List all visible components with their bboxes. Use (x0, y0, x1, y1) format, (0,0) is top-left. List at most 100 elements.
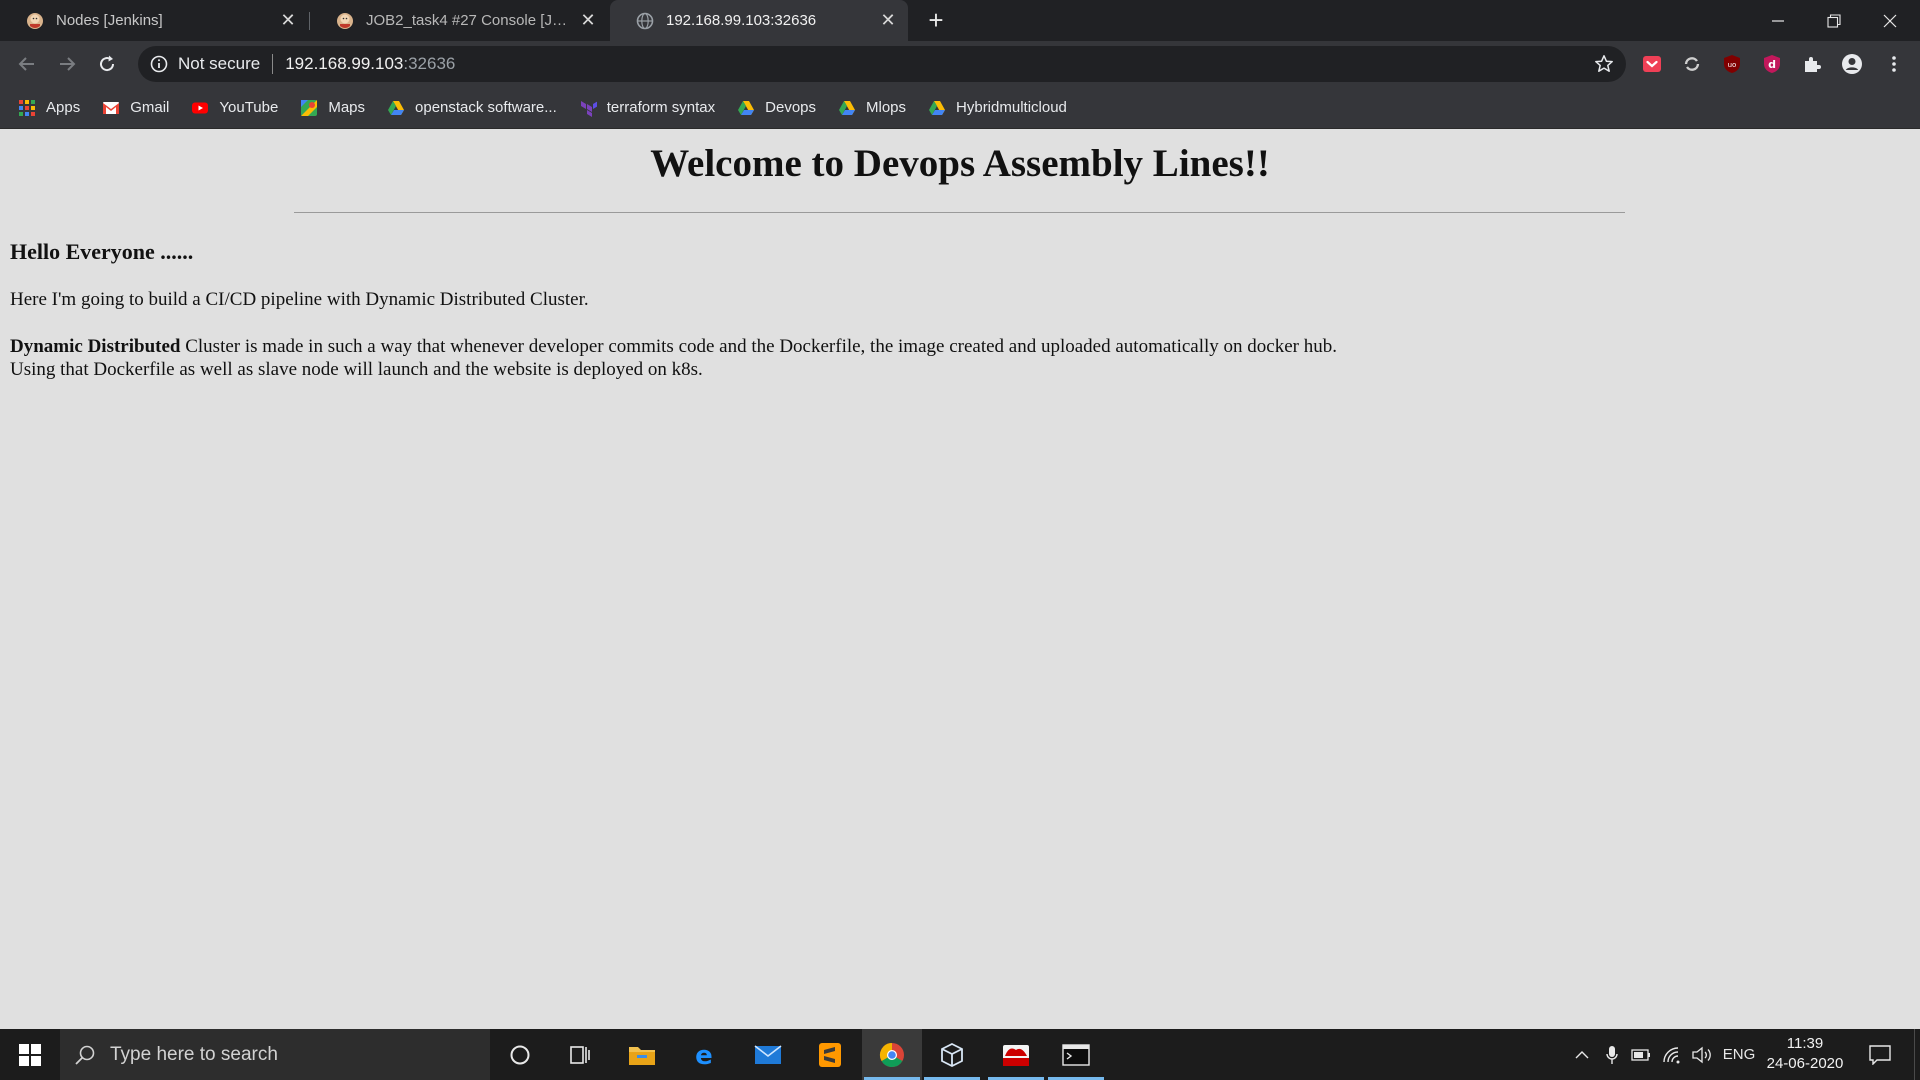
windows-taskbar: Type here to search e ENG 11:39 24-06-20… (0, 1029, 1920, 1080)
file-explorer-button[interactable] (612, 1029, 672, 1080)
d-badge-icon: d (1764, 55, 1780, 73)
language-indicator[interactable]: ENG (1720, 1029, 1758, 1080)
bookmark-apps[interactable]: Apps (18, 99, 80, 117)
description-line-2: Using that Dockerfile as well as slave n… (10, 359, 703, 380)
clock[interactable]: 11:39 24-06-2020 (1762, 1034, 1848, 1074)
ublock-extension-button[interactable]: uo (1721, 53, 1743, 75)
bookmark-hybridmulticloud[interactable]: Hybridmulticloud (928, 99, 1067, 117)
tab-title: 192.168.99.103:32636 (666, 12, 817, 29)
tab-active-page[interactable]: 192.168.99.103:32636 ✕ (610, 0, 908, 41)
task-view-button[interactable] (550, 1029, 610, 1080)
terminal-icon (1062, 1043, 1090, 1066)
chrome-button[interactable] (862, 1029, 922, 1080)
greeting-heading: Hello Everyone ...... (10, 239, 194, 264)
show-desktop-button[interactable] (1914, 1029, 1920, 1080)
profile-button[interactable] (1841, 53, 1863, 75)
close-icon[interactable]: ✕ (278, 10, 298, 31)
reload-button[interactable] (92, 49, 122, 79)
close-icon[interactable]: ✕ (878, 10, 898, 31)
cortana-button[interactable] (490, 1029, 550, 1080)
sync-extension-button[interactable] (1681, 53, 1703, 75)
search-placeholder: Type here to search (110, 1043, 278, 1065)
close-icon[interactable]: ✕ (578, 10, 598, 31)
reload-icon (100, 55, 115, 72)
redhat-app-button[interactable] (986, 1029, 1046, 1080)
wifi-icon (1663, 1046, 1680, 1063)
description-paragraph: Dynamic Distributed Cluster is made in s… (10, 335, 1510, 381)
bookmark-label: YouTube (219, 99, 279, 116)
folder-icon (629, 1046, 655, 1065)
google-drive-icon (839, 100, 855, 115)
bookmark-mlops[interactable]: Mlops (838, 99, 906, 117)
bookmark-devops[interactable]: Devops (737, 99, 816, 117)
sublime-text-button[interactable] (800, 1029, 860, 1080)
puzzle-icon (1805, 57, 1821, 72)
virtualbox-button[interactable] (922, 1029, 982, 1080)
action-center-button[interactable] (1860, 1029, 1900, 1080)
restore-button[interactable] (1806, 0, 1862, 41)
chrome-menu-button[interactable] (1883, 53, 1905, 75)
sublime-text-icon (819, 1042, 841, 1067)
taskbar-search-box[interactable]: Type here to search (60, 1029, 490, 1080)
d-extension-button[interactable]: d (1761, 53, 1783, 75)
start-button[interactable] (0, 1029, 60, 1080)
gmail-icon (103, 101, 120, 114)
edge-button[interactable]: e (674, 1029, 734, 1080)
bookmark-label: Maps (328, 99, 366, 116)
bookmark-gmail[interactable]: Gmail (102, 99, 169, 117)
description-line-1: Cluster is made in such a way that whene… (180, 336, 1337, 357)
bookmark-label: Hybridmulticloud (956, 99, 1067, 116)
chrome-icon (879, 1042, 904, 1067)
tab-title: JOB2_task4 #27 Console [Jenkins] (366, 12, 570, 29)
battery-icon (1631, 1048, 1650, 1061)
terminal-button[interactable] (1046, 1029, 1106, 1080)
back-button[interactable] (12, 49, 42, 79)
tab-nodes-jenkins[interactable]: Nodes [Jenkins] ✕ (0, 0, 308, 41)
extensions-button[interactable] (1801, 53, 1823, 75)
horizontal-rule (294, 212, 1625, 213)
web-page-content: Welcome to Devops Assembly Lines!! Hello… (0, 129, 1920, 1029)
mail-button[interactable] (738, 1029, 798, 1080)
svg-text:uo: uo (1728, 61, 1737, 69)
bold-term: Dynamic Distributed (10, 336, 181, 357)
loop-icon (1684, 57, 1700, 71)
bookmark-star-icon[interactable] (1594, 54, 1614, 74)
youtube-icon (192, 102, 209, 113)
account-icon (1842, 54, 1862, 74)
minimize-button[interactable] (1750, 0, 1806, 41)
bookmark-maps[interactable]: Maps (300, 99, 365, 117)
bookmark-terraform[interactable]: terraform syntax (579, 99, 715, 117)
address-bar[interactable]: Not secure 192.168.99.103:32636 (138, 46, 1626, 82)
google-drive-icon (388, 100, 405, 115)
security-label[interactable]: Not secure (178, 54, 260, 74)
show-hidden-icons-button[interactable] (1570, 1029, 1594, 1080)
close-window-button[interactable] (1862, 0, 1918, 41)
battery-tray-button[interactable] (1628, 1029, 1654, 1080)
bookmark-openstack[interactable]: openstack software... (387, 99, 557, 117)
arrow-right-icon (60, 57, 76, 71)
bookmark-label: Apps (46, 99, 81, 116)
jenkins-icon (337, 12, 353, 29)
search-icon (75, 1045, 95, 1065)
bookmark-label: Gmail (130, 99, 170, 116)
intro-paragraph: Here I'm going to build a CI/CD pipeline… (10, 289, 589, 310)
url-port: :32636 (403, 54, 456, 73)
edge-icon: e (695, 1042, 713, 1068)
svg-text:e: e (695, 1042, 713, 1068)
maps-icon (301, 99, 318, 116)
tab-job2-console[interactable]: JOB2_task4 #27 Console [Jenkins] ✕ (310, 0, 608, 41)
windows-logo-icon (19, 1043, 41, 1066)
info-icon[interactable] (150, 55, 168, 73)
bookmark-youtube[interactable]: YouTube (191, 99, 278, 117)
microphone-tray-button[interactable] (1600, 1029, 1624, 1080)
network-tray-button[interactable] (1658, 1029, 1686, 1080)
globe-icon (636, 12, 654, 29)
volume-tray-button[interactable] (1688, 1029, 1716, 1080)
forward-button[interactable] (52, 49, 82, 79)
new-tab-button[interactable]: + (922, 7, 950, 35)
microphone-icon (1606, 1045, 1618, 1064)
mail-icon (754, 1044, 782, 1064)
url-host: 192.168.99.103 (285, 54, 404, 73)
pocket-extension-button[interactable] (1641, 53, 1663, 75)
chevron-up-icon (1575, 1050, 1589, 1058)
